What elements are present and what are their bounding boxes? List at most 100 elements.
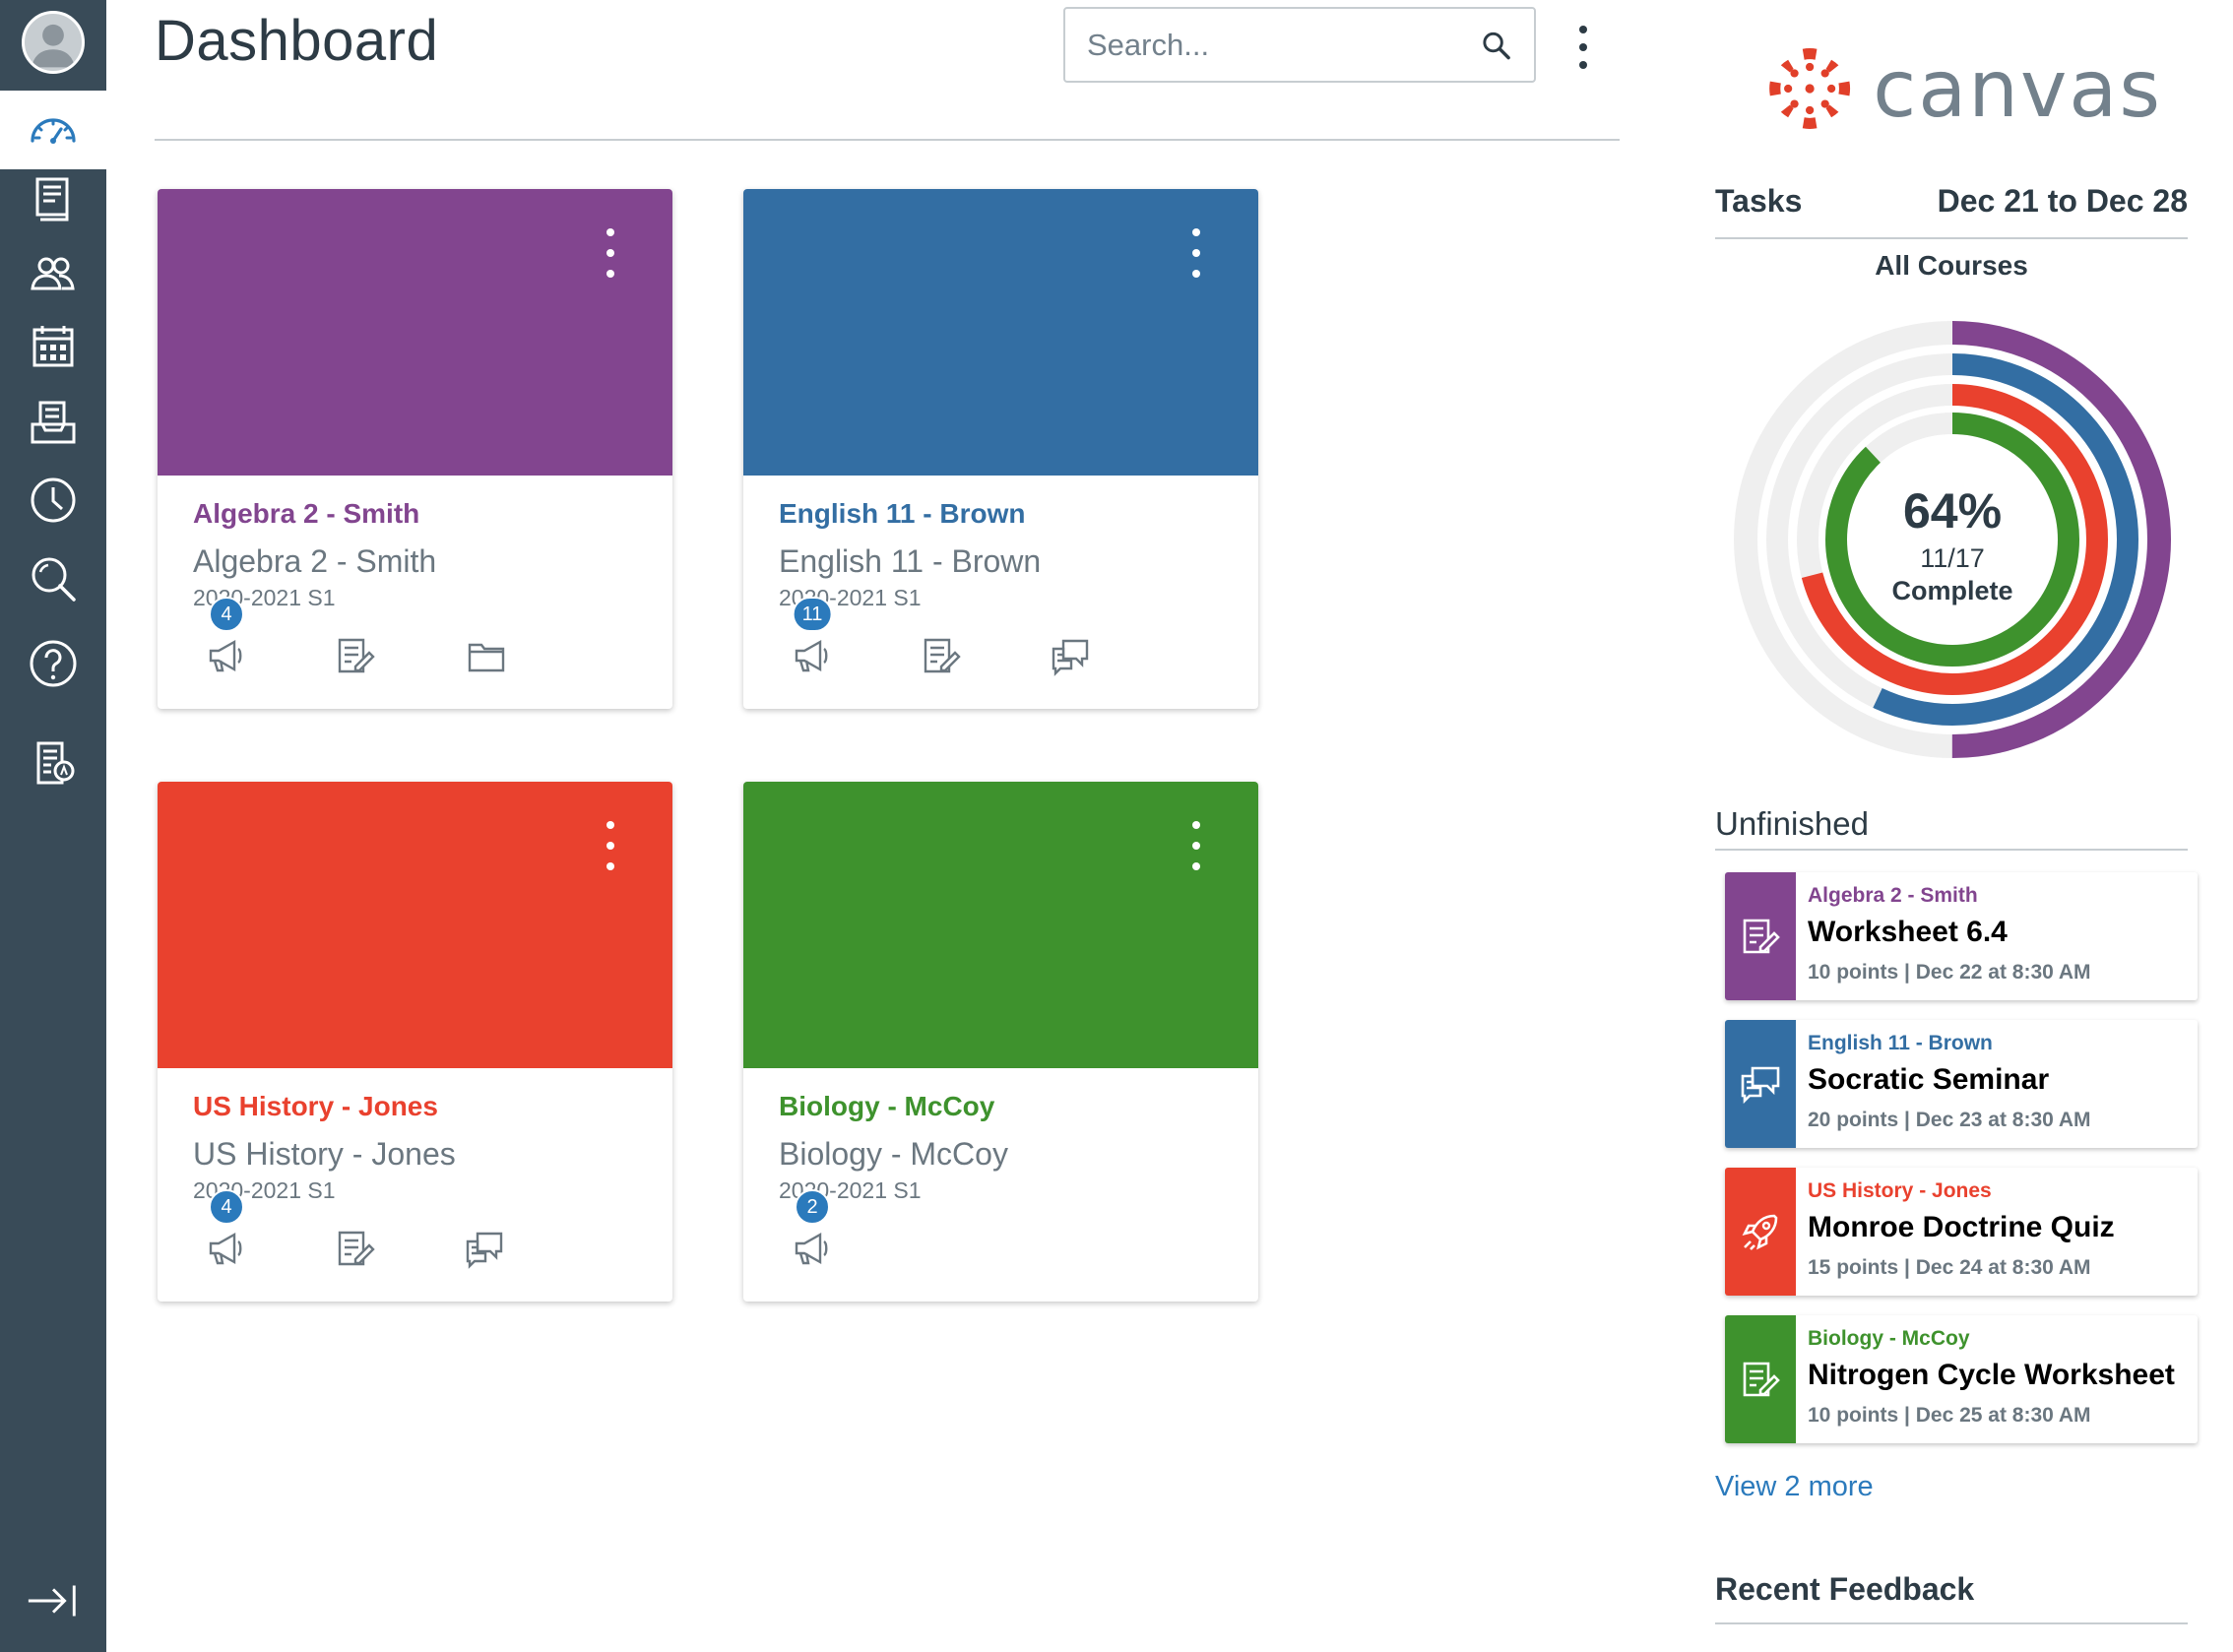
course-card-icons: 4 (193, 597, 666, 689)
announcements-button[interactable]: 2 (787, 1189, 838, 1274)
discussions-button[interactable] (459, 1223, 510, 1274)
course-card-options-button[interactable] (596, 821, 625, 870)
discussions-icon (466, 1232, 503, 1269)
task-name[interactable]: Monroe Doctrine Quiz (1808, 1211, 2115, 1244)
view-more-link[interactable]: View 2 more (1715, 1471, 1874, 1503)
task-item[interactable]: Algebra 2 - Smith Worksheet 6.4 10 point… (1725, 872, 2198, 1000)
kebab-dot (606, 842, 614, 850)
canvas-logo[interactable]: canvas (1768, 39, 2162, 138)
recent-feedback-divider (1715, 1622, 2188, 1624)
tasks-label: Tasks (1715, 183, 1803, 219)
progress-fraction: 11/17 (1920, 543, 1985, 573)
task-item[interactable]: US History - Jones Monroe Doctrine Quiz … (1725, 1168, 2198, 1296)
course-card-hero[interactable] (158, 189, 672, 476)
kebab-dot (1192, 249, 1200, 257)
unread-badge: 2 (795, 1189, 830, 1225)
dashboard-icon (31, 118, 76, 144)
unread-badge: 11 (792, 597, 833, 632)
search-icon[interactable] (1480, 29, 1512, 62)
nav-dashboard[interactable] (0, 91, 106, 169)
assignments-button[interactable] (329, 1223, 380, 1274)
nav-calendar[interactable] (0, 307, 106, 386)
files-button[interactable] (461, 630, 512, 681)
course-card-icons: 2 (779, 1189, 1251, 1282)
announcements-icon (795, 639, 828, 672)
recent-feedback-heading: Recent Feedback (1715, 1571, 1975, 1607)
nav-inbox[interactable] (0, 384, 106, 463)
account-nav-item[interactable] (0, 0, 106, 85)
global-navigation (0, 0, 106, 1652)
unread-badge: 4 (209, 597, 244, 632)
course-card-hero[interactable] (743, 189, 1258, 476)
assignments-button[interactable] (915, 630, 966, 681)
studio-icon (36, 741, 75, 785)
inbox-icon (31, 401, 76, 444)
course-card-us-history[interactable]: US History - Jones US History - Jones 20… (158, 782, 672, 1302)
task-meta: 10 points | Dec 22 at 8:30 AM (1808, 961, 2091, 984)
course-card-subtitle: Algebra 2 - Smith (193, 543, 437, 579)
calendar-icon (32, 326, 74, 367)
course-card-options-button[interactable] (1181, 821, 1211, 870)
task-type-strip (1725, 1168, 1796, 1296)
course-card-title[interactable]: English 11 - Brown (779, 498, 1025, 530)
kebab-dot (606, 821, 614, 829)
search-input[interactable] (1087, 27, 1480, 63)
announcements-button[interactable]: 4 (201, 597, 252, 681)
nav-courses[interactable] (0, 159, 106, 238)
nav-help[interactable] (0, 624, 106, 703)
kebab-dot (606, 862, 614, 870)
kebab-dot (606, 270, 614, 278)
task-item[interactable]: Biology - McCoy Nitrogen Cycle Worksheet… (1725, 1315, 2198, 1443)
collapse-icon (28, 1585, 76, 1617)
discussion-icon (1741, 1066, 1780, 1105)
course-card-title[interactable]: Biology - McCoy (779, 1091, 994, 1122)
course-card-algebra[interactable]: Algebra 2 - Smith Algebra 2 - Smith 2020… (158, 189, 672, 709)
course-card-hero[interactable] (158, 782, 672, 1068)
kebab-dot (1192, 862, 1200, 870)
course-card-subtitle: Biology - McCoy (779, 1136, 1008, 1172)
unread-badge: 4 (209, 1189, 244, 1225)
kebab-dot (1192, 228, 1200, 236)
assignments-button[interactable] (329, 630, 380, 681)
unfinished-divider (1715, 849, 2188, 851)
announcements-button[interactable]: 4 (201, 1189, 252, 1274)
course-card-biology[interactable]: Biology - McCoy Biology - McCoy 2020-202… (743, 782, 1258, 1302)
announcements-icon (795, 1232, 828, 1265)
course-card-title[interactable]: Algebra 2 - Smith (193, 498, 419, 530)
task-name[interactable]: Socratic Seminar (1808, 1063, 2049, 1097)
kebab-dot (1579, 61, 1587, 69)
task-course: US History - Jones (1808, 1179, 1992, 1202)
nav-groups[interactable] (0, 234, 106, 313)
task-name[interactable]: Worksheet 6.4 (1808, 916, 2008, 949)
tasks-date-range: Dec 21 to Dec 28 (1937, 183, 2188, 219)
announcements-button[interactable]: 11 (787, 597, 838, 681)
course-card-icons: 11 (779, 597, 1251, 689)
nav-search[interactable] (0, 540, 106, 618)
kebab-dot (1192, 270, 1200, 278)
help-icon (30, 640, 77, 687)
collapse-nav-button[interactable] (0, 1571, 106, 1630)
task-meta: 15 points | Dec 24 at 8:30 AM (1808, 1256, 2091, 1279)
header-divider (155, 139, 1620, 141)
task-name[interactable]: Nitrogen Cycle Worksheet (1808, 1359, 2175, 1392)
unfinished-heading: Unfinished (1715, 805, 1869, 842)
progress-percent: 64% (1902, 483, 2003, 539)
progress-summary: 64% 11/17 Complete (1731, 482, 2174, 606)
course-card-options-button[interactable] (1181, 228, 1211, 278)
dashboard-options-button[interactable] (1563, 20, 1603, 75)
avatar-icon[interactable] (22, 11, 85, 74)
nav-studio[interactable] (0, 725, 106, 803)
discussions-button[interactable] (1045, 630, 1096, 681)
course-card-subtitle: English 11 - Brown (779, 543, 1042, 579)
course-card-title[interactable]: US History - Jones (193, 1091, 438, 1122)
tasks-course-filter[interactable]: All Courses (1715, 250, 2188, 282)
course-card-hero[interactable] (743, 782, 1258, 1068)
assignment-icon (1743, 919, 1780, 954)
search-box[interactable] (1063, 7, 1536, 83)
course-card-english[interactable]: English 11 - Brown English 11 - Brown 20… (743, 189, 1258, 709)
nav-history[interactable] (0, 461, 106, 540)
history-icon (31, 477, 76, 523)
course-card-options-button[interactable] (596, 228, 625, 278)
task-item[interactable]: English 11 - Brown Socratic Seminar 20 p… (1725, 1020, 2198, 1148)
kebab-dot (1579, 26, 1587, 33)
